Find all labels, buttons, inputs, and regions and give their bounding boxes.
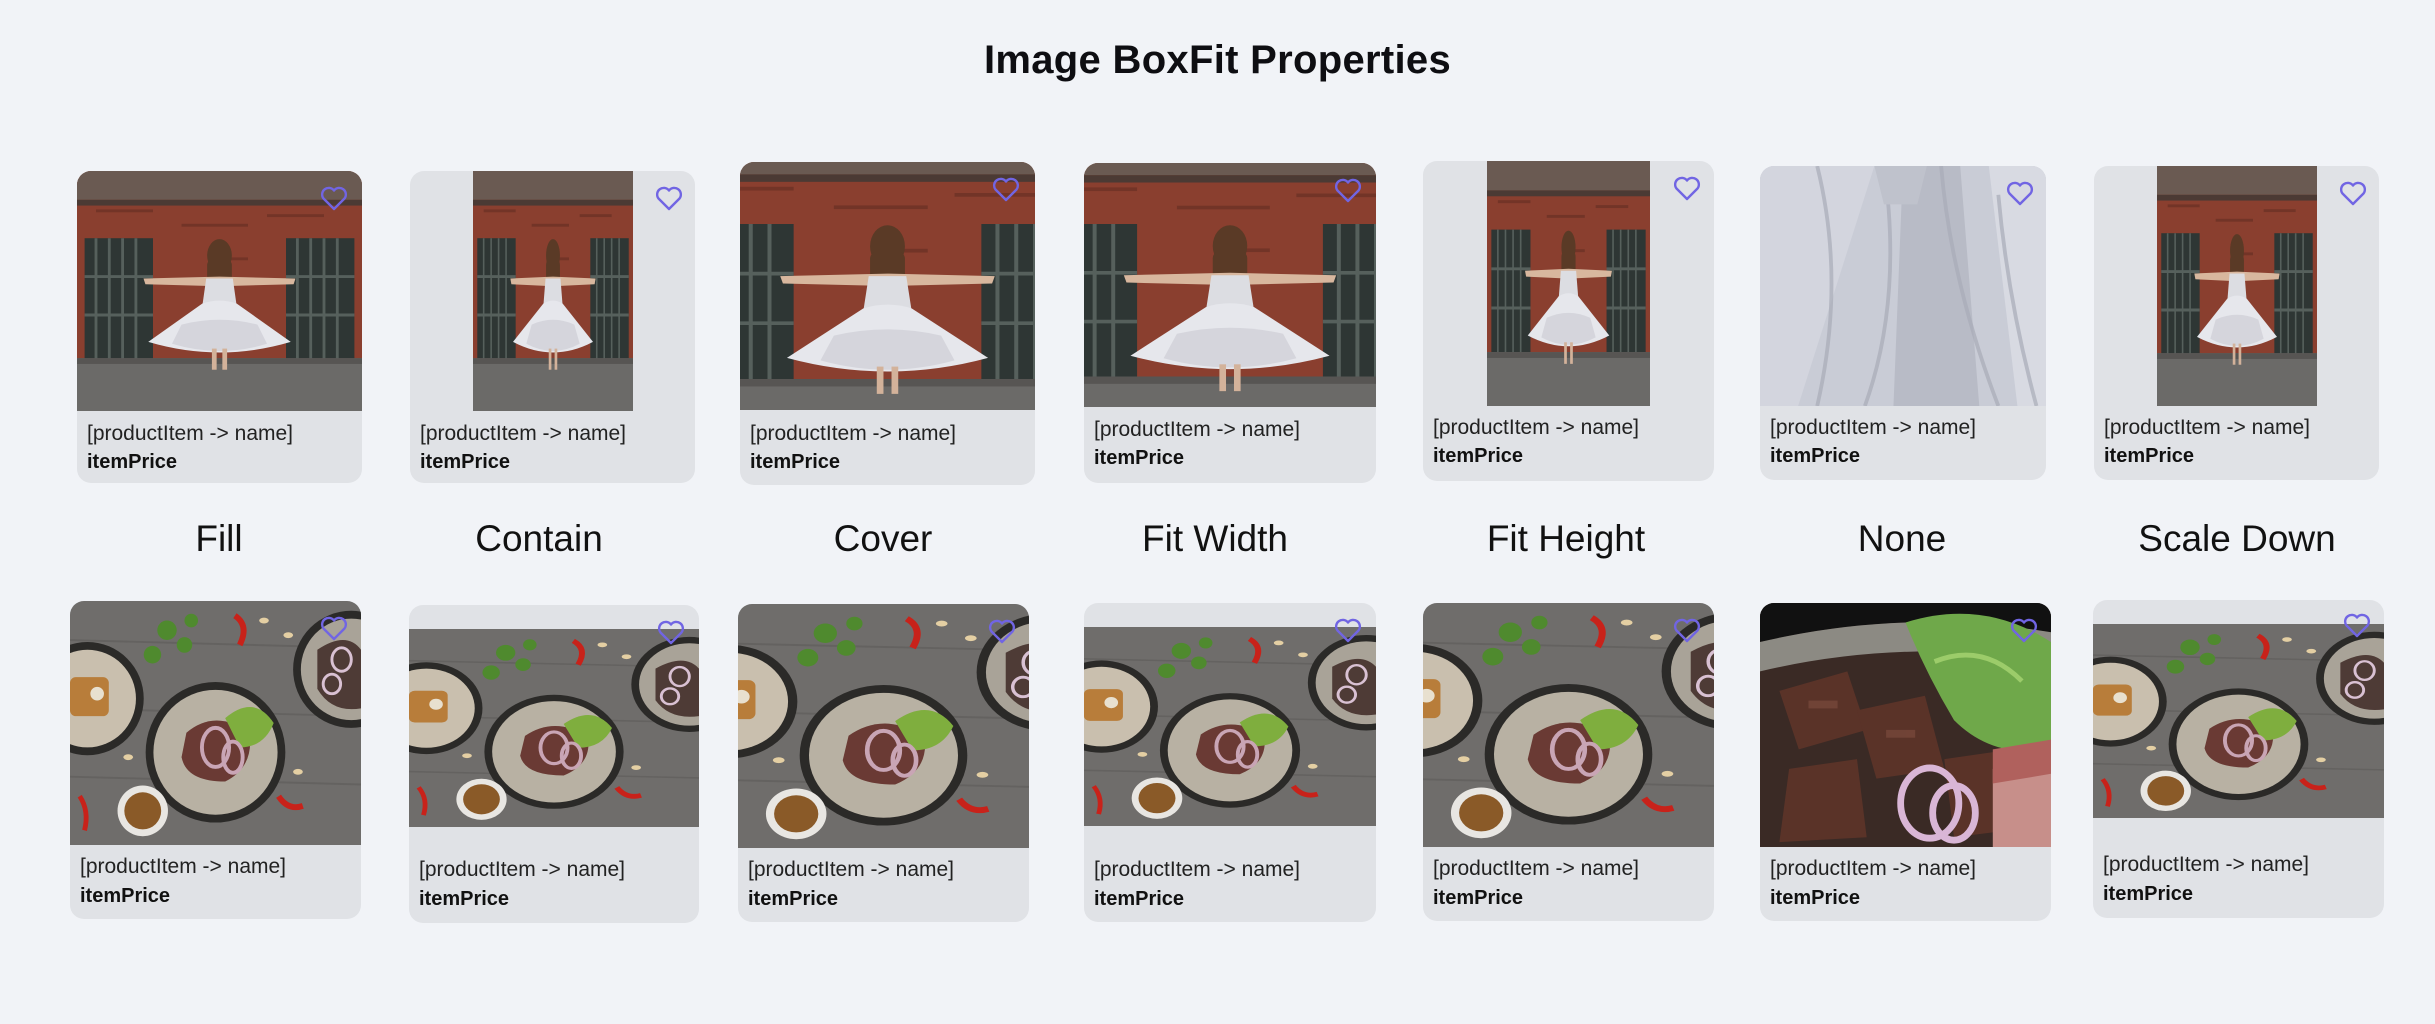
fit-label-scale-down: Scale Down [2138,518,2336,559]
product-image [1423,603,1714,847]
product-price: itemPrice [419,888,510,910]
heart-outline-icon[interactable] [992,176,1020,202]
product-image [70,601,361,845]
product-price: itemPrice [1770,887,1861,909]
product-card-fit-height[interactable]: [productItem -> name] itemPrice [1423,161,1714,481]
product-name: [productItem -> name] [420,422,627,445]
product-name: [productItem -> name] [2104,416,2311,439]
product-card-fit-height[interactable]: [productItem -> name] itemPrice [1423,603,1714,921]
heart-outline-icon[interactable] [2339,180,2367,206]
product-price: itemPrice [1094,888,1185,910]
product-card-fill[interactable]: [productItem -> name] itemPrice [70,601,361,919]
heart-outline-icon[interactable] [320,615,348,641]
product-image [1084,627,1376,826]
product-name: [productItem -> name] [1094,418,1301,441]
product-image [1760,166,2046,406]
product-name: [productItem -> name] [2103,853,2310,876]
product-image [738,604,1029,848]
product-price: itemPrice [420,451,511,473]
heart-outline-icon[interactable] [655,185,683,211]
product-image [473,171,633,411]
product-price: itemPrice [87,451,178,473]
product-name: [productItem -> name] [419,858,626,881]
product-name: [productItem -> name] [87,422,294,445]
heart-outline-icon[interactable] [2343,612,2371,638]
product-card-none[interactable]: [productItem -> name] itemPrice [1760,603,2051,921]
product-name: [productItem -> name] [1433,857,1640,880]
heart-outline-icon[interactable] [2010,617,2038,643]
product-card-fill[interactable]: [productItem -> name] itemPrice [77,171,362,483]
product-card-fit-width[interactable]: [productItem -> name] itemPrice [1084,603,1376,922]
product-image [409,629,699,827]
fit-label-cover: Cover [833,518,933,559]
product-name: [productItem -> name] [1094,858,1301,881]
product-card-none[interactable]: [productItem -> name] itemPrice [1760,166,2046,480]
product-card-scale-down[interactable]: [productItem -> name] itemPrice [2094,166,2379,480]
product-name: [productItem -> name] [1770,416,1977,439]
fit-label-fit-width: Fit Width [1142,518,1288,559]
product-price: itemPrice [1770,445,1861,467]
product-image [1487,161,1650,406]
product-price: itemPrice [1433,445,1524,467]
fit-label-fit-height: Fit Height [1486,518,1646,559]
product-image [740,162,1035,410]
product-card-contain[interactable]: [productItem -> name] itemPrice [409,605,699,923]
product-image [1084,163,1376,407]
heart-outline-icon[interactable] [2006,180,2034,206]
product-name: [productItem -> name] [1770,857,1977,880]
product-image [2093,624,2384,818]
product-price: itemPrice [2103,883,2194,905]
product-card-contain[interactable]: [productItem -> name] itemPrice [410,171,695,483]
product-image [1760,603,2051,847]
product-name: [productItem -> name] [80,855,287,878]
heart-outline-icon[interactable] [988,618,1016,644]
heart-outline-icon[interactable] [1334,617,1362,643]
fit-label-contain: Contain [475,518,603,559]
product-name: [productItem -> name] [748,858,955,881]
fit-label-fill: Fill [195,518,243,559]
product-name: [productItem -> name] [750,422,957,445]
page-title: Image BoxFit Properties [983,38,1452,82]
heart-outline-icon[interactable] [320,185,348,211]
heart-outline-icon[interactable] [1673,617,1701,643]
product-price: itemPrice [80,885,171,907]
product-price: itemPrice [1094,447,1185,469]
product-card-fit-width[interactable]: [productItem -> name] itemPrice [1084,163,1376,483]
product-card-cover[interactable]: [productItem -> name] itemPrice [738,604,1029,922]
heart-outline-icon[interactable] [657,619,685,645]
product-name: [productItem -> name] [1433,416,1640,439]
product-card-scale-down[interactable]: [productItem -> name] itemPrice [2093,600,2384,918]
heart-outline-icon[interactable] [1673,175,1701,201]
fit-label-none: None [1857,518,1947,559]
product-price: itemPrice [750,451,841,473]
product-price: itemPrice [1433,887,1524,909]
product-image [2157,166,2317,406]
product-price: itemPrice [748,888,839,910]
heart-outline-icon[interactable] [1334,177,1362,203]
product-card-cover[interactable]: [productItem -> name] itemPrice [740,162,1035,485]
product-price: itemPrice [2104,445,2195,467]
